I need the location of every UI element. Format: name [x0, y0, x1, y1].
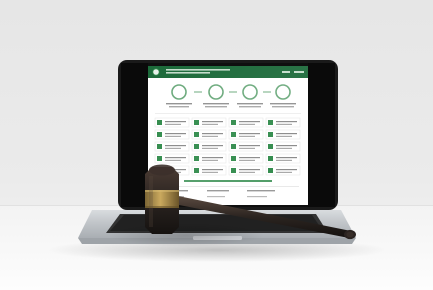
gavel-shadow	[108, 223, 264, 247]
gavel-head-top	[149, 164, 175, 176]
screen-right-black	[308, 63, 335, 207]
screen-left-black	[121, 63, 148, 207]
scene-illustration	[0, 0, 433, 290]
gavel-head-highlight	[149, 176, 153, 227]
gavel-handle-end-highlight	[346, 231, 354, 238]
photo-laptop-gavel	[0, 0, 433, 290]
